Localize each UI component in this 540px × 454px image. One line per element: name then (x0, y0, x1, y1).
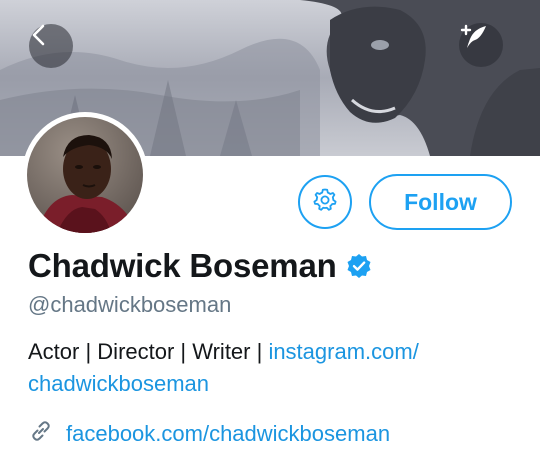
back-button[interactable] (29, 24, 73, 68)
profile-bio: Actor | Director | Writer | instagram.co… (28, 336, 508, 400)
display-name: Chadwick Boseman (28, 247, 337, 284)
website-link[interactable]: facebook.com/chadwickboseman (66, 421, 390, 447)
name-row: Chadwick Boseman (28, 247, 372, 285)
bio-text: Actor | Director | Writer | (28, 339, 269, 364)
verified-badge-icon (346, 253, 372, 279)
gear-icon (312, 187, 338, 218)
compose-tweet-button[interactable] (459, 23, 503, 67)
bio-link-line2[interactable]: chadwickboseman (28, 371, 209, 396)
link-icon (28, 418, 54, 449)
profile-handle: @chadwickboseman (28, 292, 232, 317)
profile-website-row: facebook.com/chadwickboseman (28, 418, 390, 449)
bio-link-line1[interactable]: instagram.com/ (268, 339, 418, 364)
profile-photo (27, 117, 143, 233)
follow-button[interactable]: Follow (369, 174, 512, 230)
avatar[interactable] (22, 112, 148, 238)
settings-button[interactable] (298, 175, 352, 229)
